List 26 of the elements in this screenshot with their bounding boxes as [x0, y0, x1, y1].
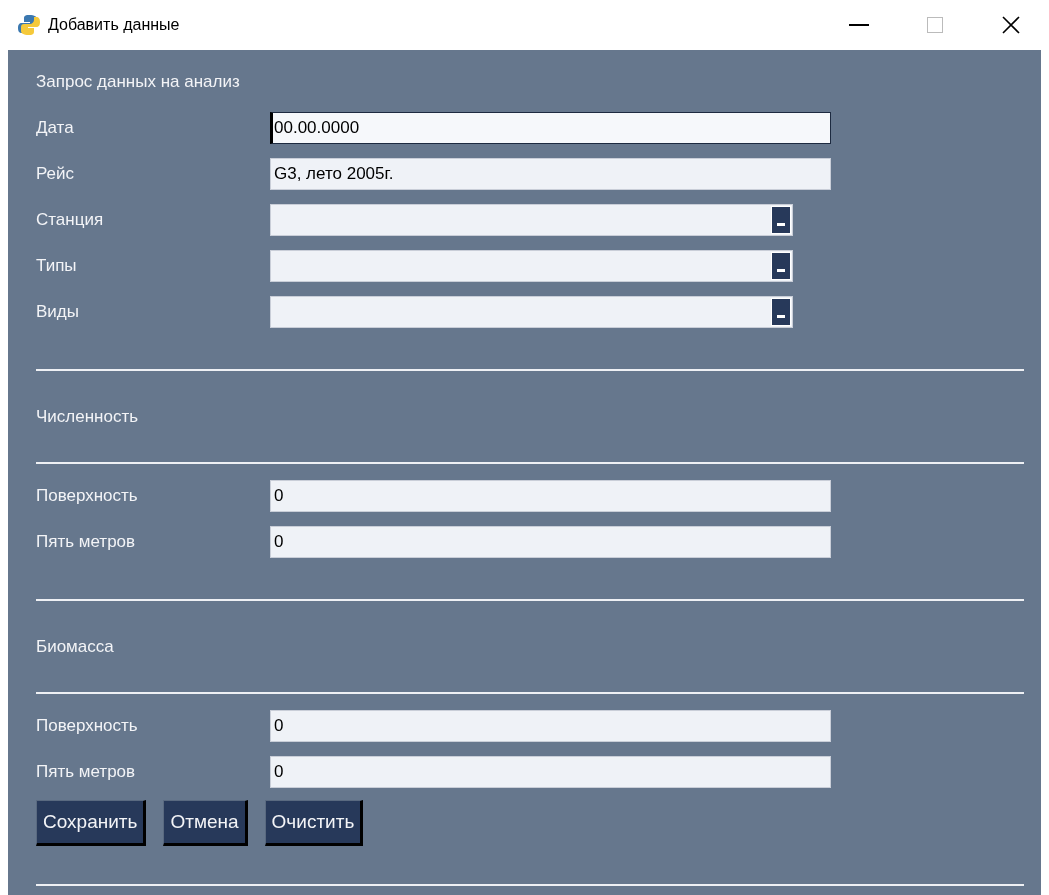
input-field[interactable]: 0: [270, 526, 831, 558]
field-label: Пять метров: [36, 532, 137, 552]
input-field[interactable]: G3, лето 2005г.: [270, 158, 831, 190]
form-button[interactable]: Очистить: [264, 800, 364, 846]
window-title: Добавить данные: [48, 16, 181, 34]
field-label: Дата: [36, 118, 75, 138]
input-field[interactable]: 00.00.0000: [270, 112, 831, 144]
dropdown-field[interactable]: [270, 296, 793, 328]
field-label: Поверхность: [36, 716, 139, 736]
field-label: Поверхность: [36, 486, 139, 506]
dropdown-field[interactable]: [270, 250, 793, 282]
form-button[interactable]: Сохранить: [36, 800, 147, 846]
field-label: Станция: [36, 210, 105, 230]
input-field[interactable]: 0: [270, 756, 831, 788]
field-label: Типы: [36, 256, 78, 276]
form-button[interactable]: Отмена: [163, 800, 248, 846]
input-field[interactable]: 0: [270, 480, 831, 512]
dropdown-field[interactable]: [270, 204, 793, 236]
section-title: Биомасса: [36, 635, 115, 658]
field-label: Рейс: [36, 164, 76, 184]
form-heading: Запрос данных на анализ: [36, 71, 241, 93]
field-label: Пять метров: [36, 762, 137, 782]
field-label: Виды: [36, 302, 80, 322]
section-title: Численность: [36, 405, 140, 428]
app-logo-icon: [18, 14, 40, 36]
input-field[interactable]: 0: [270, 710, 831, 742]
